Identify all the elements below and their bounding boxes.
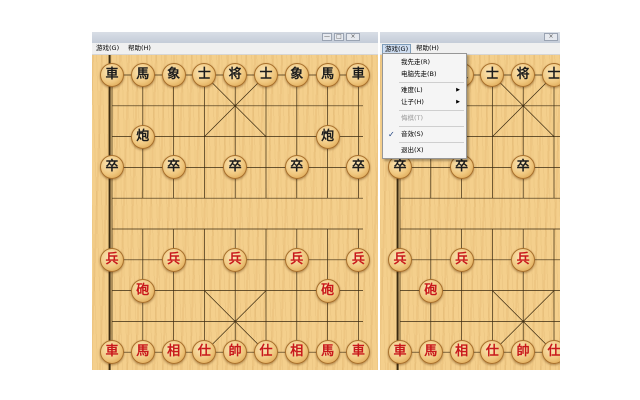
black-elephant-piece[interactable]: 象 [284, 63, 309, 87]
red-soldier-piece[interactable]: 兵 [284, 247, 309, 272]
black-general-piece[interactable]: 将 [223, 63, 248, 87]
menu-item-label: 我先走(R) [401, 58, 431, 66]
red-horse-piece[interactable]: 馬 [315, 340, 340, 365]
submenu-arrow-icon: ▶ [456, 99, 460, 105]
menu-item-label: 退出(X) [401, 146, 424, 154]
red-horse-piece[interactable]: 馬 [418, 340, 443, 365]
checkmark-icon: ✓ [388, 130, 395, 139]
red-elephant-piece[interactable]: 相 [284, 340, 309, 365]
submenu-arrow-icon: ▶ [456, 87, 460, 93]
red-chariot-piece[interactable]: 車 [100, 340, 124, 365]
black-cannon-piece[interactable]: 炮 [315, 124, 340, 149]
menu-item-label: 电脑先走(B) [401, 70, 437, 78]
menu-item-label: 难度(L) [401, 86, 423, 94]
red-advisor-piece[interactable]: 仕 [542, 340, 560, 365]
black-chariot-piece[interactable]: 車 [100, 63, 124, 87]
menu-item-difficulty[interactable]: 难度(L) ▶ [383, 85, 466, 96]
red-cannon-piece[interactable]: 砲 [315, 278, 340, 303]
menu-item-computer-first[interactable]: 电脑先走(B) [383, 69, 466, 80]
menu-item-handicap[interactable]: 让子(H) ▶ [383, 97, 466, 108]
close-button[interactable]: × [544, 33, 558, 41]
red-soldier-piece[interactable]: 兵 [449, 247, 474, 272]
menu-separator [399, 110, 464, 111]
menu-item-label: 音效(S) [401, 130, 424, 138]
black-cannon-piece[interactable]: 炮 [130, 124, 155, 149]
black-advisor-piece[interactable]: 士 [254, 63, 278, 87]
menu-separator [399, 82, 464, 83]
red-elephant-piece[interactable]: 相 [449, 340, 474, 365]
red-cannon-piece[interactable]: 砲 [130, 278, 155, 303]
title-bar[interactable]: × [380, 32, 560, 43]
menu-separator [399, 142, 464, 143]
game-menu-dropdown: 我先走(R) 电脑先走(B) 难度(L) ▶ 让子(H) ▶ 悔棋(T) ✓ 音… [382, 53, 467, 159]
red-elephant-piece[interactable]: 相 [161, 340, 186, 365]
menu-item-player-first[interactable]: 我先走(R) [383, 57, 466, 68]
red-advisor-piece[interactable]: 仕 [254, 340, 278, 365]
red-cannon-piece[interactable]: 砲 [418, 278, 443, 303]
black-horse-piece[interactable]: 馬 [315, 63, 340, 87]
red-soldier-piece[interactable]: 兵 [161, 247, 186, 272]
title-bar[interactable]: — □ × [92, 32, 378, 43]
board-grid [108, 55, 366, 370]
red-soldier-piece[interactable]: 兵 [100, 247, 124, 272]
menu-item-exit[interactable]: 退出(X) [383, 145, 466, 156]
game-window-left: — □ × 游戏(G) 帮助(H) 車馬象士将士象馬車炮炮卒卒卒卒卒兵兵兵兵兵砲… [92, 32, 378, 370]
close-button[interactable]: × [346, 33, 360, 41]
menu-item-label: 悔棋(T) [401, 114, 424, 122]
red-soldier-piece[interactable]: 兵 [388, 247, 412, 272]
minimize-button[interactable]: — [322, 33, 332, 41]
red-horse-piece[interactable]: 馬 [130, 340, 155, 365]
black-horse-piece[interactable]: 馬 [130, 63, 155, 87]
menu-item-undo: 悔棋(T) [383, 113, 466, 124]
menu-separator [399, 126, 464, 127]
menu-bar: 游戏(G) 帮助(H) [92, 43, 378, 55]
menu-help[interactable]: 帮助(H) [126, 43, 153, 54]
red-soldier-piece[interactable]: 兵 [511, 247, 536, 272]
black-elephant-piece[interactable]: 象 [161, 63, 186, 87]
menu-item-label: 让子(H) [401, 98, 424, 106]
chess-board[interactable]: 車馬象士将士象馬車炮炮卒卒卒卒卒兵兵兵兵兵砲砲車馬相仕帥仕相馬車 [92, 55, 378, 370]
black-general-piece[interactable]: 将 [511, 63, 536, 87]
black-advisor-piece[interactable]: 士 [542, 63, 560, 87]
maximize-button[interactable]: □ [334, 33, 344, 41]
black-soldier-piece[interactable]: 卒 [161, 155, 186, 180]
red-soldier-piece[interactable]: 兵 [223, 247, 248, 272]
menu-game[interactable]: 游戏(G) [94, 43, 121, 54]
red-chariot-piece[interactable]: 車 [388, 340, 412, 365]
menu-item-sound[interactable]: ✓ 音效(S) [383, 129, 466, 140]
